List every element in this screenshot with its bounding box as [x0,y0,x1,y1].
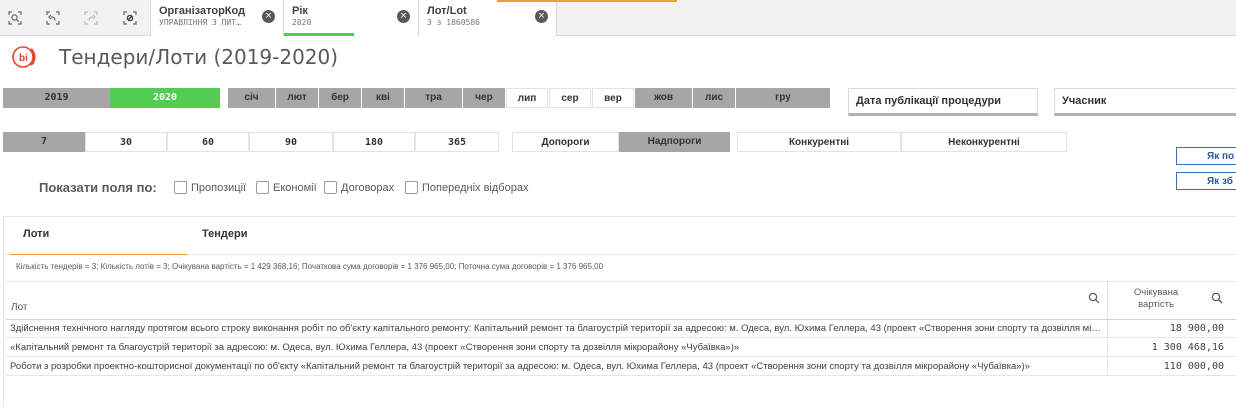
month-filter-jan[interactable]: січ [228,88,275,108]
month-filter-apr[interactable]: кві [362,88,404,108]
table-header-top-line [6,281,1236,282]
selection-chip-value: УПРАВЛІННЯ З ПИТ… [159,18,241,27]
threshold-filter-below[interactable]: Допороги [512,132,619,152]
year-filter-2019[interactable]: 2019 [3,88,110,108]
expected-value-cell: 18 900,00 [1169,323,1224,334]
competition-filter-noncompetitive[interactable]: Неконкурентні [901,132,1067,152]
tabs-divider [4,254,1236,255]
selection-chip-value: 2020 [292,18,312,27]
checkbox-label: Попередніх відборах [422,181,529,194]
checkbox-icon[interactable] [324,181,337,194]
days-filter-180[interactable]: 180 [333,132,415,152]
tab-tenders[interactable]: Тендери [202,228,248,240]
lot-cell: «Капітальний ремонт та благоустрій терит… [10,342,740,353]
month-filter-dec[interactable]: гру [736,88,830,108]
table-row[interactable]: «Капітальний ремонт та благоустрій терит… [6,339,1236,357]
selection-chip-organizer[interactable]: ОрганізаторКод УПРАВЛІННЯ З ПИТ… × [151,0,284,36]
year-filter-2020[interactable]: 2020 [110,88,220,108]
checkbox-label: Пропозиції [191,181,247,194]
days-filter-60[interactable]: 60 [167,132,249,152]
tab-lots[interactable]: Лоти [23,228,49,240]
step-back-icon[interactable] [43,8,63,28]
summary-text: Кількість тендерів = 3; Кількість лотів … [16,262,604,271]
step-forward-icon[interactable] [81,8,101,28]
days-filter-365[interactable]: 365 [415,132,499,152]
column-header-line: Очікувана [1133,287,1179,298]
participant-field[interactable]: Учасник [1054,88,1236,116]
table-row[interactable]: Роботи з розробки проектно-кошторисної д… [6,358,1236,376]
selection-chip-title: Рік [292,5,308,17]
active-tab-indicator [10,254,187,255]
month-filter-aug[interactable]: сер [549,88,591,108]
side-button-2[interactable]: Як зб [1176,172,1236,190]
lot-cell: Роботи з розробки проектно-кошторисної д… [10,361,1030,372]
expected-value-cell: 1 300 468,16 [1151,342,1224,353]
checkbox-label: Економії [273,181,317,194]
close-icon[interactable]: × [262,10,275,23]
column-header-lot[interactable]: Лот [11,302,27,313]
column-header-expected-value[interactable]: Очікувана вартість [1120,287,1192,311]
month-filter-feb[interactable]: лют [276,88,318,108]
smart-search-icon[interactable] [5,8,25,28]
checkbox-label: Договорах [341,181,395,194]
selection-chip-title: ОрганізаторКод [159,5,246,17]
checkbox-icon[interactable] [174,181,187,194]
month-filter-nov[interactable]: лис [693,88,735,108]
competition-filter-competitive[interactable]: Конкурентні [737,132,901,152]
selection-chip-year[interactable]: Рік 2020 × [284,0,419,36]
checkbox-icon[interactable] [256,181,269,194]
checkbox-icon[interactable] [405,181,418,194]
bi-logo-icon: bi [12,46,36,68]
selection-progress-bar [284,33,354,36]
show-fields-label: Показати поля по: [39,180,157,195]
table-panel [3,216,1236,407]
clear-selections-icon[interactable] [120,8,140,28]
month-filter-oct[interactable]: жов [635,88,692,108]
selection-chip-value: 3 з 1860586 [427,18,480,27]
month-filter-jun[interactable]: чер [463,88,505,108]
page-title: Тендери/Лоти (2019-2020) [59,45,339,69]
checkbox-contracts[interactable]: Договорах [324,181,394,194]
days-filter-7[interactable]: 7 [3,132,85,152]
lot-cell: Здійснення технічного нагляду протягом в… [10,323,1102,334]
search-icon[interactable] [1088,292,1100,304]
search-icon[interactable] [1211,292,1223,304]
selection-chip-lot[interactable]: Лот/Lot 3 з 1860586 × [419,0,557,36]
threshold-filter-above[interactable]: Надпороги [619,132,730,152]
days-filter-90[interactable]: 90 [249,132,333,152]
publication-date-field[interactable]: Дата публікації процедури [848,88,1038,116]
selections-toolbar: ОрганізаторКод УПРАВЛІННЯ З ПИТ… × Рік 2… [0,0,1236,36]
month-filter-jul[interactable]: лип [506,88,548,108]
close-icon[interactable]: × [397,10,410,23]
checkbox-savings[interactable]: Економії [256,181,317,194]
column-header-line: вартість [1138,299,1174,310]
month-filter-may[interactable]: тра [405,88,462,108]
days-filter-30[interactable]: 30 [85,132,167,152]
checkbox-proposals[interactable]: Пропозиції [174,181,246,194]
selection-chip-title: Лот/Lot [427,5,467,17]
month-filter-sep[interactable]: вер [592,88,634,108]
svg-text:bi: bi [19,53,28,64]
expected-value-cell: 110 000,00 [1163,361,1224,372]
close-icon[interactable]: × [535,10,548,23]
month-filter-mar[interactable]: бер [319,88,361,108]
checkbox-prequalification[interactable]: Попередніх відборах [405,181,528,194]
table-row[interactable]: Здійснення технічного нагляду протягом в… [6,320,1236,338]
side-button-1[interactable]: Як по [1176,147,1236,165]
toolbar-accent-line [497,0,677,2]
